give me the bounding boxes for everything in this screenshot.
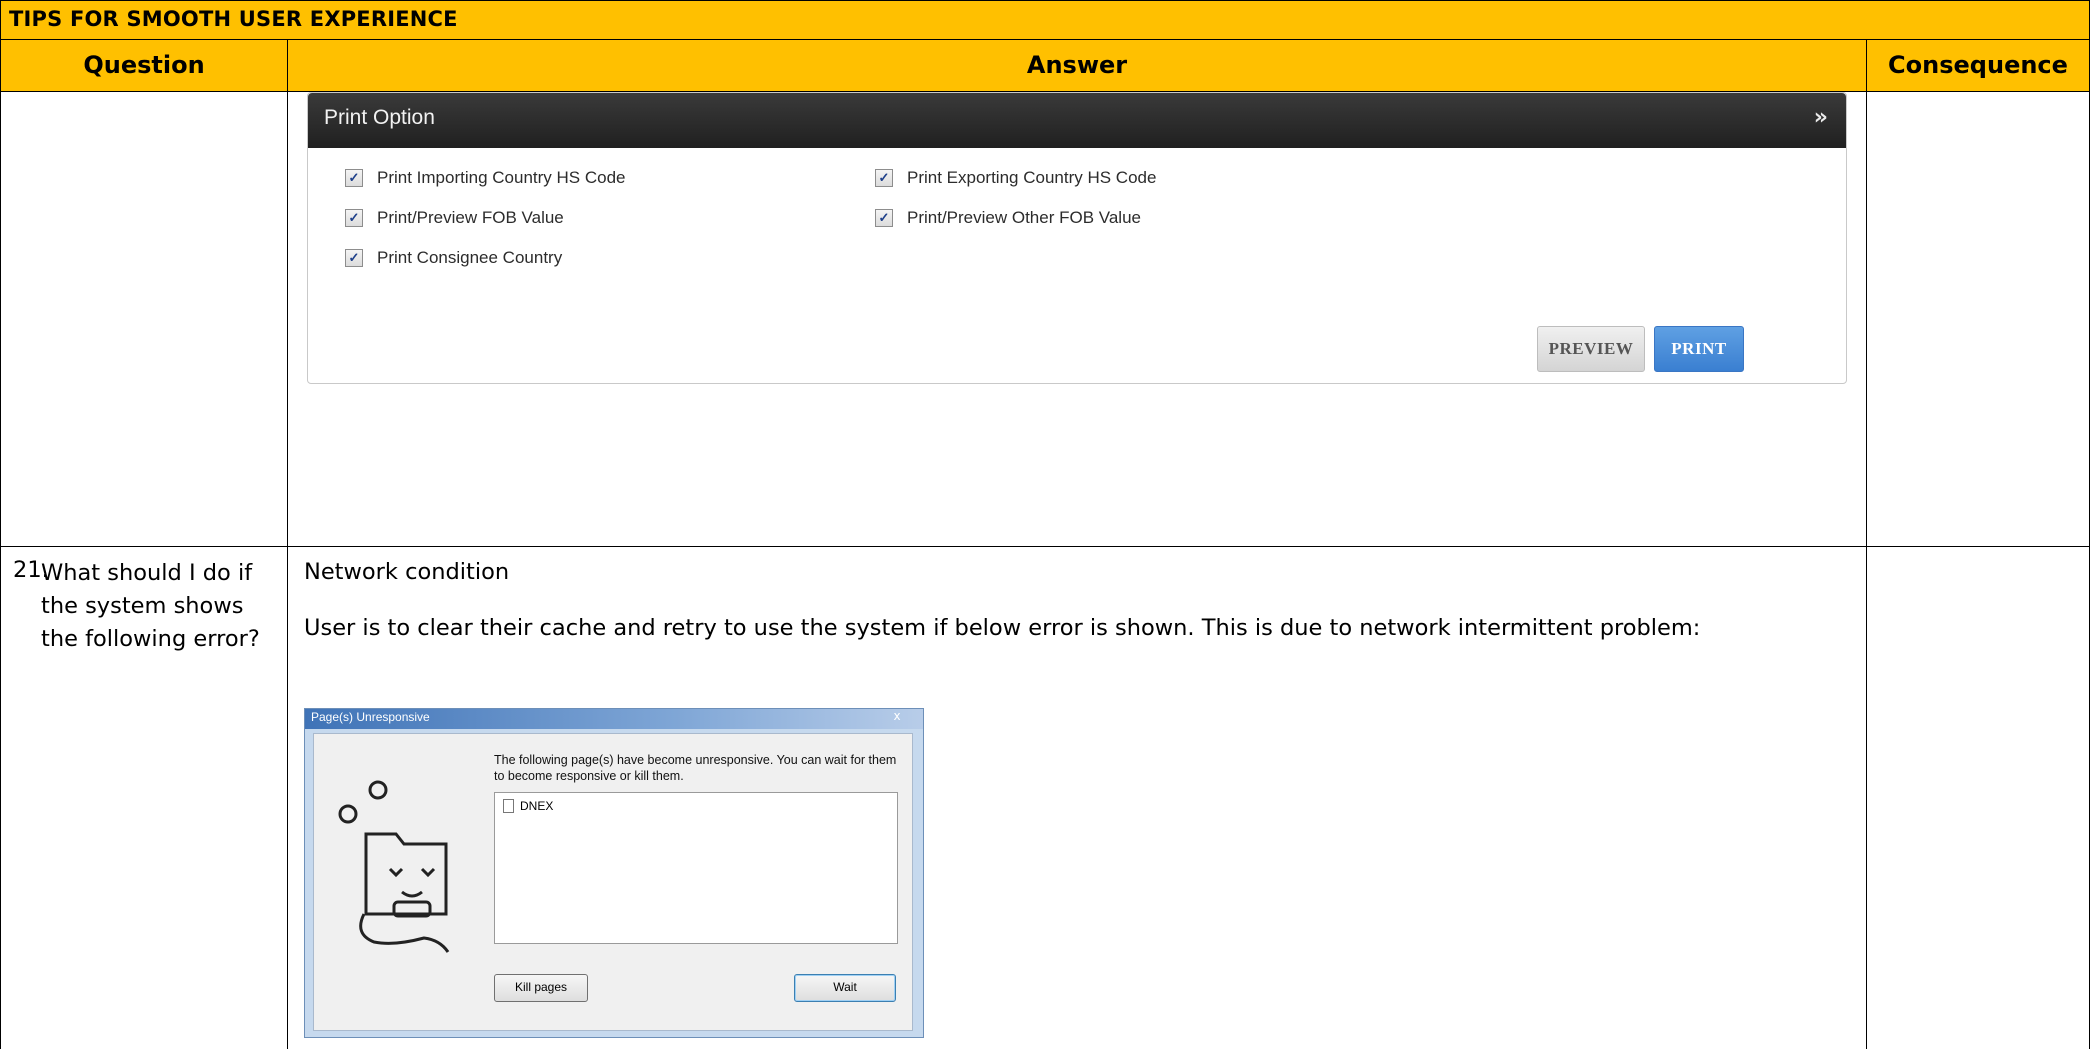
dialog-titlebar: Page(s) Unresponsive x	[305, 709, 923, 729]
list-item[interactable]: DNEX	[503, 799, 553, 813]
header-question: Question	[0, 39, 288, 92]
option-label: Print Consignee Country	[377, 248, 563, 267]
option-importing-hs[interactable]: ✓ Print Importing Country HS Code	[345, 168, 626, 188]
print-option-panel: Print Option » ✓ Print Importing Country…	[307, 92, 1847, 384]
dialog-title: Page(s) Unresponsive	[311, 710, 430, 724]
dialog-body: The following page(s) have become unresp…	[313, 733, 913, 1031]
collapse-chevron-icon[interactable]: »	[1814, 105, 1828, 130]
answer-text: User is to clear their cache and retry t…	[304, 615, 1701, 641]
unresponsive-dialog: Page(s) Unresponsive x The following pag…	[304, 708, 924, 1038]
document-icon	[503, 799, 514, 813]
preview-button[interactable]: PREVIEW	[1537, 326, 1645, 372]
checkbox-checked-icon[interactable]: ✓	[875, 209, 893, 227]
option-fob-value[interactable]: ✓ Print/Preview FOB Value	[345, 208, 564, 228]
kill-pages-button[interactable]: Kill pages	[494, 974, 588, 1002]
print-button[interactable]: PRINT	[1654, 326, 1744, 372]
unresponsive-pages-list[interactable]: DNEX	[494, 792, 898, 944]
checkbox-checked-icon[interactable]: ✓	[345, 169, 363, 187]
header-consequence: Consequence	[1866, 39, 2090, 92]
panel-title: Print Option	[324, 106, 435, 129]
dialog-message: The following page(s) have become unresp…	[494, 753, 897, 783]
option-label: Print/Preview FOB Value	[377, 208, 564, 227]
panel-header[interactable]: Print Option »	[308, 93, 1846, 148]
option-label: Print Importing Country HS Code	[377, 168, 626, 187]
answer-title: Network condition	[304, 559, 510, 585]
close-icon[interactable]: x	[877, 709, 917, 727]
table-title: TIPS FOR SMOOTH USER EXPERIENCE	[0, 0, 2090, 40]
wait-button[interactable]: Wait	[794, 974, 896, 1002]
row2-question-cell: 21. What should I do if the system shows…	[0, 546, 288, 1049]
row2-consequence-cell	[1866, 546, 2090, 1049]
row1-question-cell	[0, 91, 288, 547]
list-item-label: DNEX	[520, 799, 554, 813]
option-label: Print/Preview Other FOB Value	[907, 208, 1141, 227]
option-consignee-country[interactable]: ✓ Print Consignee Country	[345, 248, 562, 268]
sad-folder-icon	[338, 780, 450, 953]
checkbox-checked-icon[interactable]: ✓	[875, 169, 893, 187]
header-answer: Answer	[287, 39, 1867, 92]
option-label: Print Exporting Country HS Code	[907, 168, 1157, 187]
question-text: What should I do if the system shows the…	[41, 560, 260, 652]
option-other-fob-value[interactable]: ✓ Print/Preview Other FOB Value	[875, 208, 1141, 228]
option-exporting-hs[interactable]: ✓ Print Exporting Country HS Code	[875, 168, 1156, 188]
checkbox-checked-icon[interactable]: ✓	[345, 209, 363, 227]
checkbox-checked-icon[interactable]: ✓	[345, 249, 363, 267]
row1-consequence-cell	[1866, 91, 2090, 547]
